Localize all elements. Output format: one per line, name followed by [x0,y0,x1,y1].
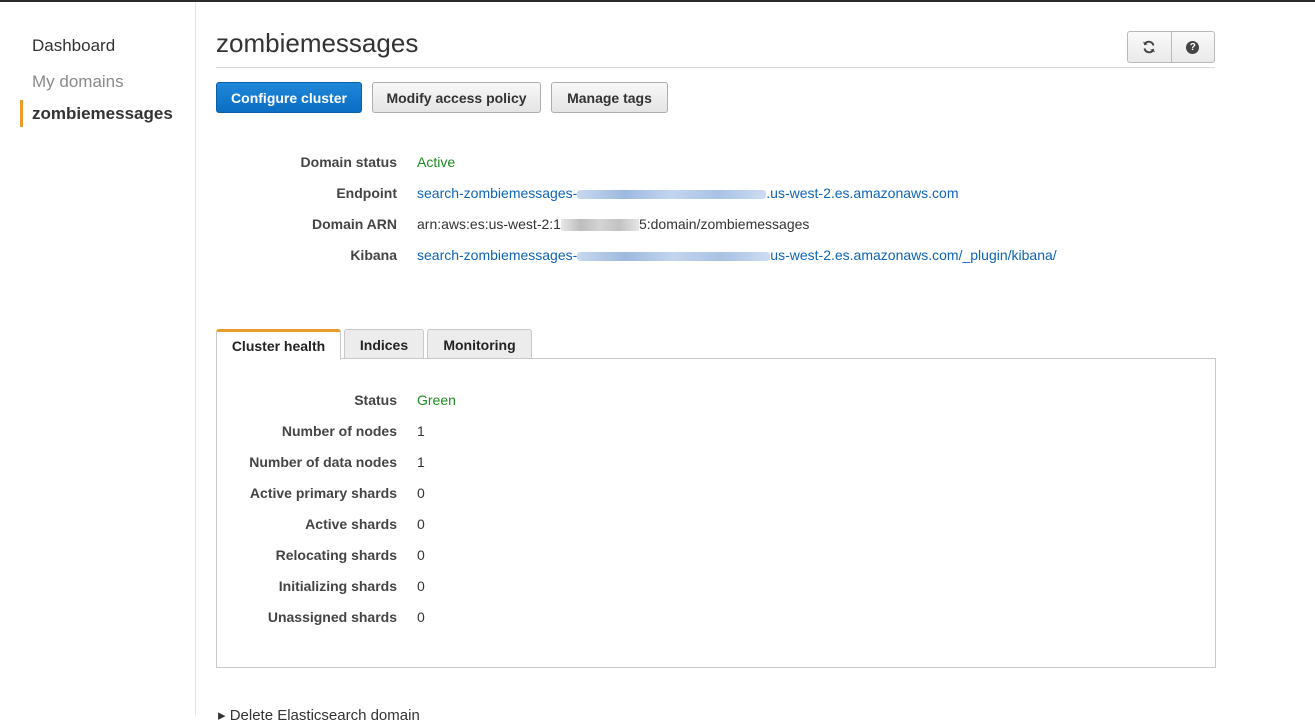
window-top-border [0,0,1315,2]
arn-redacted [560,219,639,232]
sidebar-item-dashboard[interactable]: Dashboard [32,36,115,56]
health-label-data-nodes: Number of data nodes [249,454,397,470]
endpoint-redacted [577,189,767,199]
arn-mid: 1 [553,216,561,232]
endpoint-label: Endpoint [336,185,397,201]
health-label-active-shards: Active shards [305,516,397,532]
help-icon: ? [1186,40,1200,54]
manage-tags-button[interactable]: Manage tags [551,82,668,113]
health-label-active-primary-shards: Active primary shards [249,485,397,501]
endpoint-suffix: .us-west-2.es.amazonaws.com [766,185,959,201]
domain-arn-label: Domain ARN [311,216,397,232]
tab-monitoring[interactable]: Monitoring [427,329,532,359]
tab-cluster-health[interactable]: Cluster health [216,329,341,360]
kibana-redacted [577,251,771,261]
health-label-unassigned-shards: Unassigned shards [267,609,397,625]
sidebar-active-marker [20,100,23,127]
sidebar-item-my-domains[interactable]: My domains [32,72,124,92]
health-value-nodes: 1 [417,423,425,439]
delete-domain-toggle[interactable]: ▸ Delete Elasticsearch domain [218,706,420,724]
arn-suffix: 5:domain/zombiemessages [638,216,810,232]
domain-status-label: Domain status [300,154,397,170]
health-value-active-primary-shards: 0 [417,485,425,501]
arn-prefix: arn:aws:es:us-west-2: [417,216,554,232]
kibana-prefix: search-zombiemessages- [417,247,578,263]
health-value-unassigned-shards: 0 [417,609,425,625]
health-label-relocating-shards: Relocating shards [275,547,397,563]
kibana-label: Kibana [350,247,397,263]
health-label-nodes: Number of nodes [281,423,397,439]
kibana-link[interactable]: search-zombiemessages-us-west-2.es.amazo… [417,247,1057,263]
health-value-status: Green [417,392,456,408]
refresh-button[interactable] [1128,32,1171,62]
header-icon-group: ? [1127,31,1215,63]
health-value-data-nodes: 1 [417,454,425,470]
health-label-status: Status [354,392,397,408]
tab-indices[interactable]: Indices [344,329,424,359]
health-label-initializing-shards: Initializing shards [278,578,397,594]
page-title: zombiemessages [216,28,419,58]
health-value-relocating-shards: 0 [417,547,425,563]
domain-status-value: Active [417,154,456,170]
health-value-initializing-shards: 0 [417,578,425,594]
domain-arn-value: arn:aws:es:us-west-2:1 5:domain/zombiemes… [417,216,809,232]
modify-access-policy-button[interactable]: Modify access policy [372,82,541,113]
configure-cluster-button[interactable]: Configure cluster [216,82,362,113]
help-button[interactable]: ? [1170,32,1215,62]
refresh-icon [1143,40,1156,54]
kibana-suffix: us-west-2.es.amazonaws.com/_plugin/kiban… [770,247,1057,263]
endpoint-link[interactable]: search-zombiemessages- .us-west-2.es.amaz… [417,185,958,201]
title-divider [216,67,1215,68]
health-value-active-shards: 0 [417,516,425,532]
endpoint-prefix: search-zombiemessages- [417,185,578,201]
sidebar-item-active-domain[interactable]: zombiemessages [32,104,184,124]
